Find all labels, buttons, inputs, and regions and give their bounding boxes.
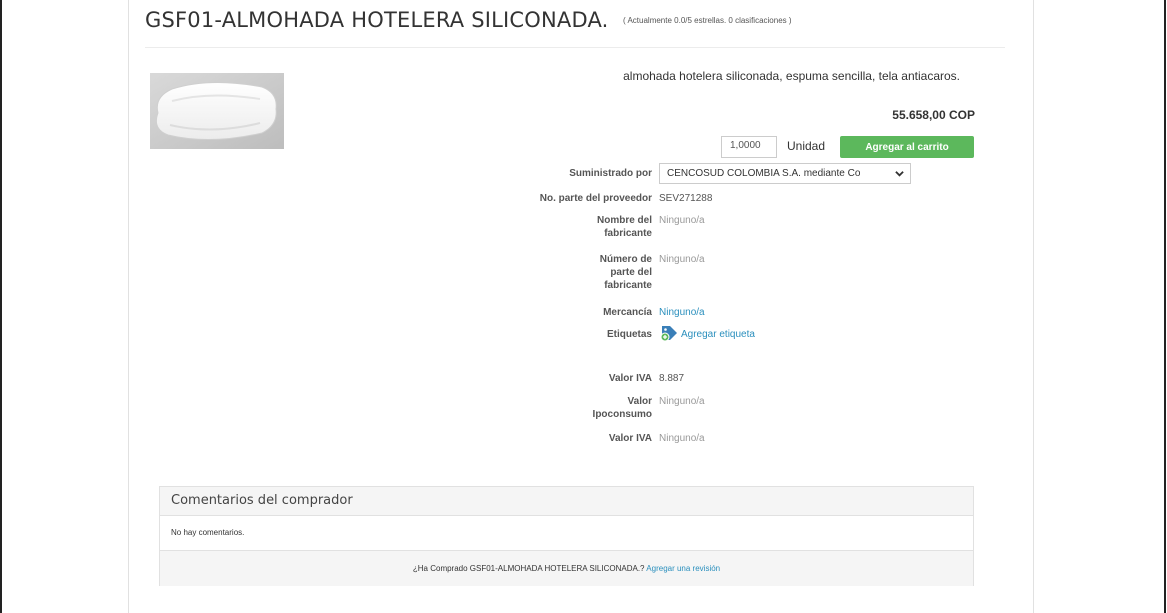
iva-value-2: Ninguno/a — [659, 433, 705, 444]
buyer-comments-panel: Comentarios del comprador No hay comenta… — [159, 486, 974, 586]
unit-label: Unidad — [787, 139, 826, 153]
manufacturer-name-value: Ninguno/a — [659, 215, 705, 226]
iva-label: Valor IVA — [608, 373, 652, 384]
commodity-value-link[interactable]: Ninguno/a — [659, 306, 705, 319]
window-border-right — [1164, 0, 1166, 613]
quantity-input[interactable]: 1,0000 — [721, 136, 777, 158]
iva-value: 8.887 — [659, 373, 685, 384]
supplier-label: Suministrado por — [569, 168, 652, 179]
add-review-link[interactable]: Agregar una revisión — [646, 564, 720, 573]
product-title: GSF01-ALMOHADA HOTELERA SILICONADA. — [145, 8, 609, 32]
tag-add-icon[interactable] — [659, 325, 679, 342]
product-price: 55.658,00 COP — [892, 108, 975, 122]
comments-empty-text: No hay comentarios. — [160, 516, 973, 551]
manufacturer-part-value: Ninguno/a — [659, 254, 705, 265]
iva-label-2: Valor IVA — [608, 433, 652, 444]
supplier-value: CENCOSUD COLOMBIA S.A. mediante Co — [667, 168, 861, 179]
comments-heading: Comentarios del comprador — [160, 487, 973, 516]
rating-summary[interactable]: ( Actualmente 0.0/5 estrellas. 0 clasifi… — [623, 16, 792, 25]
manufacturer-name-label: Nombre del fabricante — [596, 215, 652, 239]
supplier-part-value: SEV271288 — [659, 193, 713, 204]
commodity-label: Mercancía — [603, 307, 652, 318]
manufacturer-part-label: Número de parte del fabricante — [599, 254, 652, 291]
ipoconsumo-label: Valor Ipoconsumo — [592, 396, 652, 420]
add-to-cart-button[interactable]: Agregar al carrito — [840, 136, 974, 158]
comments-footer: ¿Ha Comprado GSF01-ALMOHADA HOTELERA SIL… — [160, 551, 973, 586]
tags-label: Etiquetas — [606, 329, 652, 340]
title-divider — [145, 47, 1005, 48]
ipoconsumo-value: Ninguno/a — [659, 396, 705, 407]
product-description: almohada hotelera siliconada, espuma sen… — [623, 69, 960, 83]
window-border-left — [0, 0, 2, 613]
product-image[interactable] — [150, 73, 284, 149]
supplier-select[interactable]: CENCOSUD COLOMBIA S.A. mediante Co — [659, 163, 911, 184]
review-prompt: ¿Ha Comprado GSF01-ALMOHADA HOTELERA SIL… — [412, 564, 647, 573]
supplier-part-label: No. parte del proveedor — [539, 193, 652, 204]
title-row: GSF01-ALMOHADA HOTELERA SILICONADA. ( Ac… — [145, 8, 792, 32]
add-tag-link[interactable]: Agregar etiqueta — [681, 329, 755, 340]
pillow-image — [150, 73, 284, 149]
chevron-down-icon — [895, 171, 904, 177]
